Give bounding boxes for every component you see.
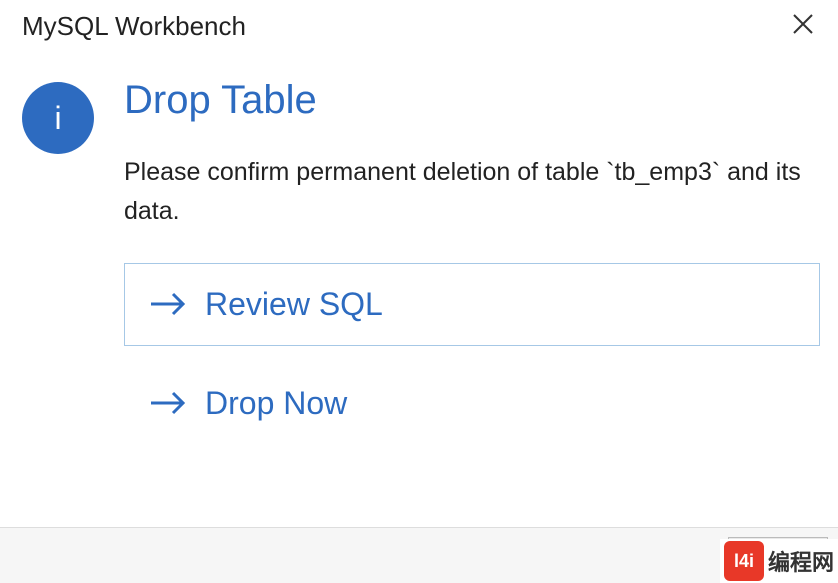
- window-title: MySQL Workbench: [22, 11, 246, 42]
- titlebar: MySQL Workbench: [0, 0, 838, 52]
- review-sql-button[interactable]: Review SQL: [124, 263, 820, 346]
- arrow-right-icon: [149, 389, 189, 417]
- watermark: l4i 编程网: [720, 539, 838, 583]
- footer-bar: [0, 527, 838, 583]
- dialog-heading: Drop Table: [124, 78, 820, 123]
- drop-now-button[interactable]: Drop Now: [124, 362, 820, 445]
- close-icon: [792, 10, 814, 41]
- dialog-content: i Drop Table Please confirm permanent de…: [0, 52, 838, 445]
- close-button[interactable]: [782, 8, 824, 44]
- drop-now-label: Drop Now: [205, 385, 347, 422]
- info-icon: i: [22, 82, 94, 154]
- arrow-right-icon: [149, 290, 189, 318]
- watermark-badge: l4i: [724, 541, 764, 581]
- review-sql-label: Review SQL: [205, 286, 383, 323]
- watermark-text: 编程网: [768, 545, 834, 577]
- main-column: Drop Table Please confirm permanent dele…: [124, 82, 820, 445]
- dialog-message: Please confirm permanent deletion of tab…: [124, 153, 820, 231]
